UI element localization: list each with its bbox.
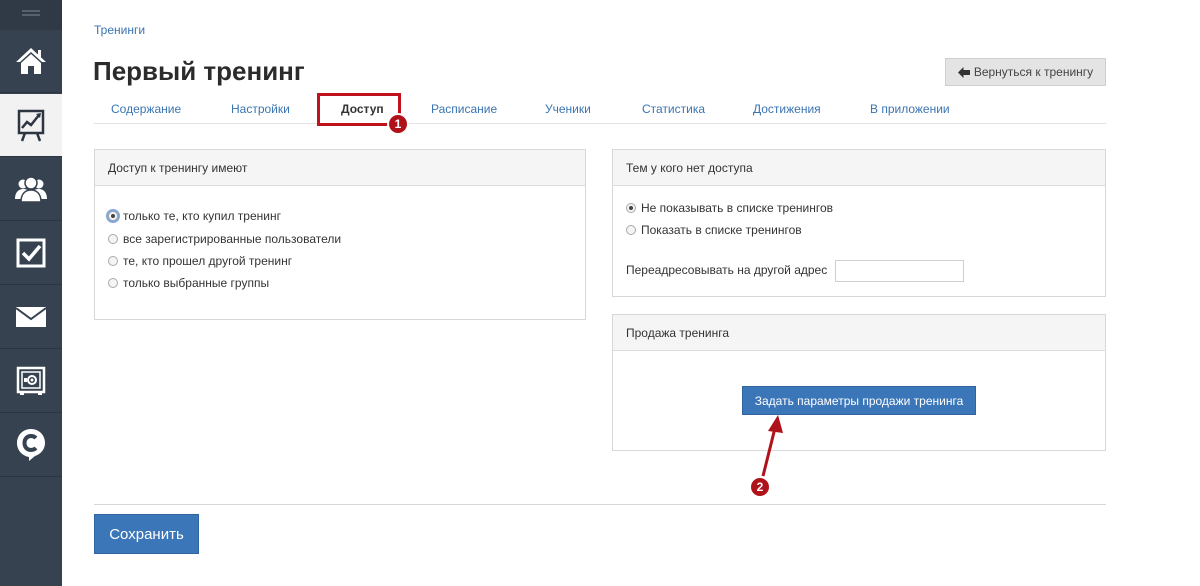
chat-logo-icon — [17, 429, 45, 461]
radio-groups[interactable] — [108, 278, 118, 288]
sidebar — [0, 0, 62, 586]
no-access-option-label: Не показывать в списке тренингов — [641, 201, 834, 215]
redirect-url-input[interactable] — [835, 260, 964, 282]
sale-settings-button[interactable]: Задать параметры продажи тренинга — [742, 386, 976, 415]
breadcrumb-trainings[interactable]: Тренинги — [94, 23, 145, 37]
tab-achievements[interactable]: Достижения — [753, 102, 821, 116]
sale-panel: Продажа тренинга Задать параметры продаж… — [612, 314, 1106, 451]
sidebar-item-trainings[interactable] — [0, 94, 62, 157]
back-to-training-button[interactable]: Вернуться к тренингу — [945, 58, 1106, 86]
access-option-label: те, кто прошел другой тренинг — [123, 254, 293, 268]
tab-statistics[interactable]: Статистика — [642, 102, 705, 116]
sidebar-item-home[interactable] — [0, 30, 62, 93]
radio-registered[interactable] — [108, 234, 118, 244]
access-panel-title: Доступ к тренингу имеют — [95, 150, 585, 186]
no-access-option-show[interactable]: Показать в списке тренингов — [626, 223, 802, 237]
access-option-label: все зарегистрированные пользователи — [123, 232, 342, 246]
training-board-icon — [17, 109, 45, 142]
sidebar-item-safe[interactable] — [0, 350, 62, 413]
no-access-panel: Тем у кого нет доступа Не показывать в с… — [612, 149, 1106, 297]
tab-schedule[interactable]: Расписание — [431, 102, 497, 116]
access-option-buyers[interactable]: только те, кто купил тренинг — [108, 209, 281, 223]
save-button[interactable]: Сохранить — [94, 514, 199, 554]
sale-panel-title: Продажа тренинга — [613, 315, 1105, 351]
users-icon — [15, 176, 47, 203]
sidebar-item-mail[interactable] — [0, 286, 62, 349]
access-panel: Доступ к тренингу имеют только те, кто к… — [94, 149, 586, 320]
access-option-label: только выбранные группы — [123, 276, 270, 290]
page-title: Первый тренинг — [93, 56, 305, 86]
collapse-icon — [22, 10, 40, 16]
footer-divider — [94, 504, 1106, 505]
no-access-option-label: Показать в списке тренингов — [641, 223, 802, 237]
no-access-option-hide[interactable]: Не показывать в списке тренингов — [626, 201, 833, 215]
radio-show[interactable] — [626, 225, 636, 235]
home-icon — [16, 48, 46, 74]
sidebar-item-users[interactable] — [0, 158, 62, 221]
sidebar-collapse-toggle[interactable] — [0, 0, 62, 30]
radio-buyers[interactable] — [108, 211, 118, 221]
access-option-registered[interactable]: все зарегистрированные пользователи — [108, 232, 341, 246]
mail-icon — [16, 307, 46, 327]
sidebar-item-chat[interactable] — [0, 414, 62, 477]
sidebar-item-tasks[interactable] — [0, 222, 62, 285]
no-access-panel-title: Тем у кого нет доступа — [613, 150, 1105, 186]
tab-bar: Содержание Настройки Доступ Расписание У… — [94, 97, 1106, 124]
back-button-label: Вернуться к тренингу — [973, 65, 1094, 79]
main-content: Тренинги Первый тренинг Вернуться к трен… — [62, 0, 1200, 586]
checkbox-icon — [16, 238, 46, 268]
annotation-badge-2: 2 — [749, 476, 771, 498]
safe-icon — [16, 366, 46, 395]
arrow-left-icon — [957, 66, 970, 78]
radio-hide[interactable] — [626, 203, 636, 213]
tab-in-app[interactable]: В приложении — [870, 102, 950, 116]
access-option-groups[interactable]: только выбранные группы — [108, 276, 269, 290]
tab-settings[interactable]: Настройки — [231, 102, 290, 116]
redirect-label: Переадресовывать на другой адрес — [626, 263, 828, 277]
radio-completed-other[interactable] — [108, 256, 118, 266]
access-option-label: только те, кто купил тренинг — [123, 209, 281, 223]
tab-content[interactable]: Содержание — [111, 102, 181, 116]
tab-students[interactable]: Ученики — [545, 102, 591, 116]
annotation-badge-1: 1 — [387, 113, 409, 135]
access-option-completed-other[interactable]: те, кто прошел другой тренинг — [108, 254, 292, 268]
